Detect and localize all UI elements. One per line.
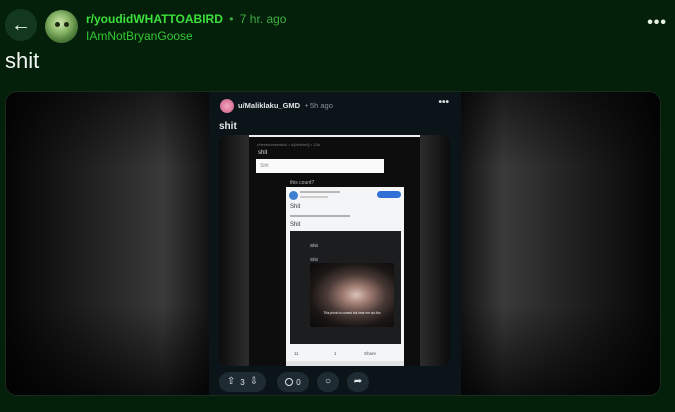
more-horizontal-icon: ••• [647, 14, 667, 31]
nested-meta: r/bestnurseestick • u/[deleted] • 13d [257, 142, 320, 147]
arrow-left-icon: ← [11, 14, 31, 36]
embedded-separator: • [305, 101, 308, 110]
embedded-username: u/Maliklaku_GMD [238, 101, 301, 110]
panel-dark-post: Shit Shit This photo is cursed but hear … [290, 231, 401, 344]
embedded-comment-count: 0 [296, 377, 301, 387]
embedded-more-icon: ••• [438, 97, 449, 108]
cursed-photo [310, 263, 394, 327]
photo-caption: This photo is cursed but hear me out tho [323, 311, 381, 315]
author-link[interactable]: IAmNotBryanGoose [86, 29, 193, 43]
nested-label: shit [258, 150, 268, 156]
embedded-comment-pill: 0 [277, 372, 309, 392]
embedded-vote-pill: ⇧ 3 ⇩ [219, 372, 266, 392]
back-button[interactable]: ← [5, 9, 37, 41]
panel-actions: 11 1 Share [286, 350, 404, 360]
share-arrow-icon: ➦ [353, 376, 363, 387]
panel-action-votes: 11 [294, 351, 299, 356]
embedded-vote-count: 3 [240, 377, 245, 387]
embedded-share-pill: ➦ [347, 372, 369, 392]
post-time: 7 hr. ago [239, 12, 287, 26]
post-meta: r/youdidWHATTOABIRD • 7 hr. ago [86, 12, 286, 26]
more-options-button[interactable]: ••• [647, 14, 667, 32]
post-title: shit [5, 48, 40, 73]
nested-question: this count? [290, 180, 315, 186]
embedded-screenshot: u/Maliklaku_GMD • 5h ago ••• shit r/best… [209, 92, 461, 395]
dark-label-2: Shit [310, 257, 318, 262]
embedded-time: 5h ago [309, 101, 333, 110]
panel-action-comments: 1 [334, 351, 337, 356]
subreddit-link[interactable]: r/youdidWHATTOABIRD [86, 12, 223, 26]
panel-avatar [289, 191, 298, 200]
downvote-arrow-icon: ⇩ [249, 376, 259, 387]
panel-join-button [377, 191, 401, 198]
panel-action-share: Share [364, 351, 377, 356]
nested-input: Shit [256, 159, 384, 173]
nested-screenshot: r/bestnurseestick • u/[deleted] • 13d sh… [249, 135, 420, 366]
meta-separator: • [229, 12, 234, 26]
embedded-award-pill: ○ [317, 372, 339, 392]
embedded-media: r/bestnurseestick • u/[deleted] • 13d sh… [219, 135, 450, 366]
panel-title-2: Shit [290, 222, 301, 228]
embedded-avatar [220, 99, 234, 113]
subreddit-avatar[interactable] [45, 10, 78, 43]
comment-bubble-icon [285, 378, 294, 386]
award-icon: ○ [324, 376, 332, 387]
embedded-meta: u/Maliklaku_GMD • 5h ago [238, 101, 333, 110]
post-media[interactable]: u/Maliklaku_GMD • 5h ago ••• shit r/best… [5, 91, 661, 396]
nested-panel: Shit Shit Shit Shit This photo is cursed… [286, 187, 404, 366]
panel-title-1: Shit [290, 204, 301, 210]
dark-label-1: Shit [310, 243, 318, 248]
embedded-actions: ⇧ 3 ⇩ 0 ○ ➦ [219, 372, 459, 392]
embedded-title: shit [219, 121, 237, 132]
upvote-arrow-icon: ⇧ [226, 376, 236, 387]
